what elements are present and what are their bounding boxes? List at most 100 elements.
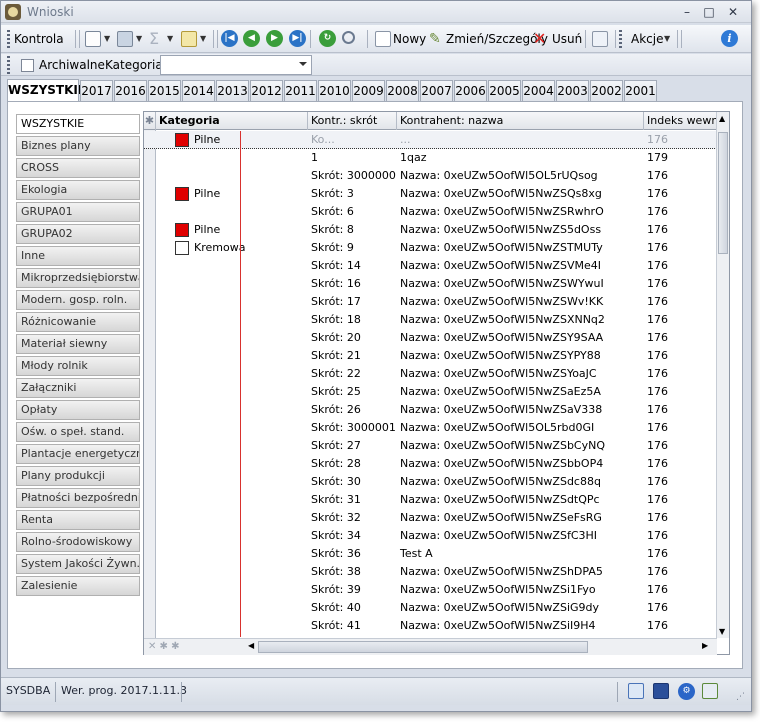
tab-2002[interactable]: 2002 bbox=[590, 80, 623, 101]
table-row[interactable]: Skrót: 16 Nazwa: 0xeUZw5OofWl5NwZSWYwuI 17… bbox=[144, 275, 717, 293]
category-item[interactable]: GRUPA02 bbox=[16, 224, 140, 244]
table-row[interactable]: Pilne Ko...... 176 bbox=[144, 131, 717, 149]
horizontal-scrollbar[interactable]: ✕ ✱ ✱ ◀ ▶ bbox=[144, 638, 717, 655]
category-item[interactable]: Renta bbox=[16, 510, 140, 530]
table-row[interactable]: Skrót: 40 Nazwa: 0xeUZw5OofWl5NwZSiG9dy 17… bbox=[144, 599, 717, 617]
category-item[interactable]: Ekologia bbox=[16, 180, 140, 200]
chevron-down-icon[interactable] bbox=[299, 62, 307, 66]
archiwalne-checkbox[interactable] bbox=[21, 59, 34, 72]
category-item[interactable]: Zalesienie bbox=[16, 576, 140, 596]
delete-icon[interactable]: ✕ bbox=[533, 31, 549, 47]
table-row[interactable]: Skrót: 28 Nazwa: 0xeUZw5OofWl5NwZSbbOP4 17… bbox=[144, 455, 717, 473]
category-item[interactable]: Modern. gosp. roln. bbox=[16, 290, 140, 310]
exit-icon[interactable] bbox=[702, 683, 718, 699]
vertical-scrollbar[interactable]: ▲ ▼ bbox=[716, 112, 729, 638]
tab-2016[interactable]: 2016 bbox=[114, 80, 147, 101]
table-row[interactable]: Skrót: 26 Nazwa: 0xeUZw5OofWl5NwZSaV338 17… bbox=[144, 401, 717, 419]
table-row[interactable]: Skrót: 17 Nazwa: 0xeUZw5OofWl5NwZSWv!KK 17… bbox=[144, 293, 717, 311]
table-row[interactable]: Skrót: 21 Nazwa: 0xeUZw5OofWl5NwZSYPY88 17… bbox=[144, 347, 717, 365]
kategoria-select[interactable] bbox=[160, 55, 312, 75]
prev-icon[interactable]: ◀ bbox=[243, 30, 260, 47]
category-item[interactable]: Opłaty bbox=[16, 400, 140, 420]
akcje-menu-button[interactable]: Akcje bbox=[631, 29, 663, 49]
category-item[interactable]: Różnicowanie bbox=[16, 312, 140, 332]
table-row[interactable]: Skrót: 30 Nazwa: 0xeUZw5OofWl5NwZSdc88q 17… bbox=[144, 473, 717, 491]
next-icon[interactable]: ▶ bbox=[266, 30, 283, 47]
table-row[interactable]: Skrót: 32 Nazwa: 0xeUZw5OofWl5NwZSeFsRG 17… bbox=[144, 509, 717, 527]
category-item[interactable]: Biznes plany bbox=[16, 136, 140, 156]
category-item[interactable]: Ośw. o speł. stand. bbox=[16, 422, 140, 442]
search-icon[interactable] bbox=[342, 31, 355, 44]
first-icon[interactable]: |◀ bbox=[221, 30, 238, 47]
table-row[interactable]: Skrót: 36 Test A 176 bbox=[144, 545, 717, 563]
tab-2017[interactable]: 2017 bbox=[80, 80, 113, 101]
scroll-right-icon[interactable]: ▶ bbox=[702, 641, 708, 650]
toolbar-grip[interactable] bbox=[7, 30, 10, 48]
settings-window-icon[interactable] bbox=[592, 31, 608, 47]
new-document-icon[interactable] bbox=[375, 31, 391, 47]
resize-grip-icon[interactable]: ⋰ bbox=[736, 692, 745, 702]
table-row[interactable]: Skrót: 31 Nazwa: 0xeUZw5OofWl5NwZSdtQPc 17… bbox=[144, 491, 717, 509]
category-item[interactable]: Załączniki bbox=[16, 378, 140, 398]
tab-2004[interactable]: 2004 bbox=[522, 80, 555, 101]
table-row[interactable]: Skrót: 27 Nazwa: 0xeUZw5OofWl5NwZSbCyNQ 17… bbox=[144, 437, 717, 455]
minimize-button[interactable]: – bbox=[677, 4, 697, 20]
tab-2014[interactable]: 2014 bbox=[182, 80, 215, 101]
usun-button[interactable]: Usuń bbox=[552, 29, 582, 49]
column-header-kategoria[interactable]: Kategoria bbox=[156, 112, 308, 130]
category-item[interactable]: System Jakości Żywn. bbox=[16, 554, 140, 574]
tab-2011[interactable]: 2011 bbox=[284, 80, 317, 101]
toolbar-grip[interactable] bbox=[619, 30, 622, 48]
column-header-indeks[interactable]: Indeks wewn. bbox=[644, 112, 717, 130]
scroll-left-icon[interactable]: ◀ bbox=[248, 641, 254, 650]
sum-icon[interactable]: Σ bbox=[149, 31, 165, 47]
category-item[interactable]: Młody rolnik bbox=[16, 356, 140, 376]
info-icon[interactable]: i bbox=[721, 30, 738, 47]
table-row[interactable]: 1 1qaz 179 bbox=[144, 149, 717, 167]
tab-2005[interactable]: 2005 bbox=[488, 80, 521, 101]
column-header-skrot[interactable]: Kontr.: skrót bbox=[308, 112, 397, 130]
table-row[interactable]: Skrót: 41 Nazwa: 0xeUZw5OofWl5NwZSiI9H4 17… bbox=[144, 617, 717, 635]
table-row[interactable]: Skrót: 20 Nazwa: 0xeUZw5OofWl5NwZSY9SAA 17… bbox=[144, 329, 717, 347]
tab-2001[interactable]: 2001 bbox=[624, 80, 657, 101]
table-row[interactable]: Skrót: 22 Nazwa: 0xeUZw5OofWl5NwZSYoaJC 17… bbox=[144, 365, 717, 383]
category-item[interactable]: Mikroprzedsiębiorstwa bbox=[16, 268, 140, 288]
category-item[interactable]: Rolno-środowiskowy bbox=[16, 532, 140, 552]
kontrola-button[interactable]: Kontrola bbox=[14, 29, 64, 49]
chevron-down-icon[interactable]: ▼ bbox=[200, 34, 206, 43]
chevron-down-icon[interactable]: ▼ bbox=[664, 34, 670, 43]
table-row[interactable]: Skrót: 18 Nazwa: 0xeUZw5OofWl5NwZSXNNq2 17… bbox=[144, 311, 717, 329]
table-row[interactable]: Skrót: 3000001 Nazwa: 0xeUZw5OofWl5OL5rbd… bbox=[144, 419, 717, 437]
tab-2010[interactable]: 2010 bbox=[318, 80, 351, 101]
tab-2015[interactable]: 2015 bbox=[148, 80, 181, 101]
tab-2013[interactable]: 2013 bbox=[216, 80, 249, 101]
refresh-icon[interactable]: ↻ bbox=[319, 30, 336, 47]
column-header-nazwa[interactable]: Kontrahent: nazwa bbox=[397, 112, 644, 130]
category-item[interactable]: Płatności bezpośrednie bbox=[16, 488, 140, 508]
table-row[interactable]: Skrót: 38 Nazwa: 0xeUZw5OofWl5NwZShDPA5 17… bbox=[144, 563, 717, 581]
table-row[interactable]: Skrót: 34 Nazwa: 0xeUZw5OofWl5NwZSfC3HI 17… bbox=[144, 527, 717, 545]
close-button[interactable]: ✕ bbox=[723, 4, 743, 20]
transfer-icon[interactable] bbox=[181, 31, 197, 47]
grid-nav-icons[interactable]: ✕ ✱ ✱ bbox=[148, 641, 180, 652]
table-row[interactable]: Skrót: 6 Nazwa: 0xeUZw5OofWl5NwZSRwhrO 176 bbox=[144, 203, 717, 221]
scroll-up-icon[interactable]: ▲ bbox=[719, 114, 725, 123]
category-item[interactable]: Plany produkcji bbox=[16, 466, 140, 486]
last-icon[interactable]: ▶| bbox=[289, 30, 306, 47]
vertical-scroll-thumb[interactable] bbox=[718, 132, 728, 254]
chevron-down-icon[interactable]: ▼ bbox=[104, 34, 110, 43]
table-row[interactable]: Skrót: 39 Nazwa: 0xeUZw5OofWl5NwZSi1Fyo 17… bbox=[144, 581, 717, 599]
table-row[interactable]: Skrót: 14 Nazwa: 0xeUZw5OofWl5NwZSVMe4I 17… bbox=[144, 257, 717, 275]
grid-layout-icon[interactable] bbox=[628, 683, 644, 699]
edit-icon[interactable]: ✎ bbox=[429, 31, 445, 47]
table-row[interactable]: Pilne Skrót: 8 Nazwa: 0xeUZw5OofWl5NwZS5dO… bbox=[144, 221, 717, 239]
category-item[interactable]: WSZYSTKIE bbox=[16, 114, 140, 134]
table-row[interactable]: Pilne Skrót: 3 Nazwa: 0xeUZw5OofWl5NwZSQs8… bbox=[144, 185, 717, 203]
tab-2009[interactable]: 2009 bbox=[352, 80, 385, 101]
table-row[interactable]: Skrót: 25 Nazwa: 0xeUZw5OofWl5NwZSaEz5A 17… bbox=[144, 383, 717, 401]
scroll-down-icon[interactable]: ▼ bbox=[719, 627, 725, 636]
category-item[interactable]: Inne bbox=[16, 246, 140, 266]
export-icon[interactable] bbox=[85, 31, 101, 47]
print-icon[interactable] bbox=[117, 31, 133, 47]
chevron-down-icon[interactable]: ▼ bbox=[136, 34, 142, 43]
